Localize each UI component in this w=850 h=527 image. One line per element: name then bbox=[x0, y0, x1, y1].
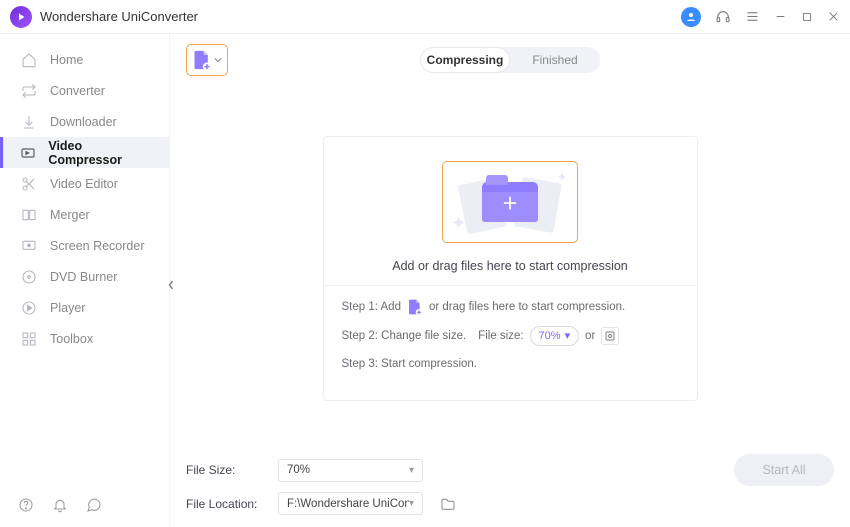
sparkle-icon: ✦ bbox=[451, 213, 466, 234]
document-add-icon bbox=[407, 298, 423, 316]
dropzone-add-button[interactable]: ✦ ✦ ＋ bbox=[442, 161, 578, 243]
open-folder-button[interactable] bbox=[437, 494, 459, 514]
sparkle-icon: ✦ bbox=[557, 170, 567, 184]
support-headset-icon[interactable] bbox=[715, 9, 731, 25]
sidebar-item-label: Video Compressor bbox=[48, 139, 149, 167]
step-text: or drag files here to start compression. bbox=[429, 299, 625, 315]
compressor-icon bbox=[20, 145, 36, 161]
sidebar-item-home[interactable]: Home bbox=[0, 44, 169, 75]
settings-tile-button[interactable] bbox=[601, 327, 619, 345]
tab-finished[interactable]: Finished bbox=[510, 47, 600, 73]
dropzone-card: ✦ ✦ ＋ Add or drag files here to start co… bbox=[323, 136, 698, 401]
play-icon bbox=[20, 300, 38, 316]
chevron-down-icon bbox=[214, 56, 222, 64]
chevron-down-icon: ▾ bbox=[409, 498, 414, 509]
sidebar-item-merger[interactable]: Merger bbox=[0, 199, 169, 230]
scissors-icon bbox=[20, 176, 38, 192]
file-location-select[interactable]: F:\Wondershare UniConverte ▾ bbox=[278, 492, 423, 515]
plus-icon: ＋ bbox=[502, 190, 518, 214]
sidebar-item-label: Downloader bbox=[50, 115, 117, 129]
feedback-icon[interactable] bbox=[86, 497, 102, 513]
merger-icon bbox=[20, 207, 38, 223]
app-logo bbox=[10, 6, 32, 28]
sidebar-item-downloader[interactable]: Downloader bbox=[0, 106, 169, 137]
step-text: Step 3: Start compression. bbox=[342, 356, 478, 372]
main-panel: Compressing Finished ✦ ✦ ＋ Add o bbox=[170, 34, 850, 527]
dropzone-caption: Add or drag files here to start compress… bbox=[392, 259, 628, 273]
chevron-down-icon: ▾ bbox=[409, 465, 414, 476]
step-size-pill[interactable]: 70% ▾ bbox=[530, 326, 580, 346]
pill-value: 70% bbox=[539, 328, 561, 344]
window-maximize-icon[interactable] bbox=[801, 11, 813, 23]
step-1: Step 1: Add or drag files here to start … bbox=[342, 298, 679, 316]
sidebar-item-label: Home bbox=[50, 53, 83, 67]
step-2: Step 2: Change file size. File size: 70%… bbox=[342, 326, 679, 346]
sidebar-item-label: Merger bbox=[50, 208, 90, 222]
add-file-button[interactable] bbox=[186, 44, 228, 76]
sidebar-item-label: DVD Burner bbox=[50, 270, 117, 284]
screen-recorder-icon bbox=[20, 238, 38, 254]
status-tabs: Compressing Finished bbox=[420, 47, 600, 73]
step-3: Step 3: Start compression. bbox=[342, 356, 679, 372]
disc-icon bbox=[20, 269, 38, 285]
app-title: Wondershare UniConverter bbox=[40, 9, 681, 24]
help-icon[interactable] bbox=[18, 497, 34, 513]
step-text: or bbox=[585, 328, 595, 344]
account-avatar-icon[interactable] bbox=[681, 7, 701, 27]
sidebar-item-label: Converter bbox=[50, 84, 105, 98]
start-all-button[interactable]: Start All bbox=[734, 454, 834, 486]
window-minimize-icon[interactable] bbox=[774, 10, 787, 23]
converter-icon bbox=[20, 83, 38, 99]
step-text: Step 2: Change file size. bbox=[342, 328, 467, 344]
chevron-down-icon: ▾ bbox=[565, 328, 571, 344]
hamburger-menu-icon[interactable] bbox=[745, 9, 760, 24]
select-value: 70% bbox=[287, 464, 310, 476]
document-add-icon bbox=[192, 49, 212, 71]
file-size-label: File Size: bbox=[186, 463, 264, 477]
tab-compressing[interactable]: Compressing bbox=[420, 47, 510, 73]
grid-icon bbox=[20, 331, 38, 347]
select-value: F:\Wondershare UniConverte bbox=[287, 498, 409, 510]
sidebar-item-video-editor[interactable]: Video Editor bbox=[0, 168, 169, 199]
sidebar-item-label: Player bbox=[50, 301, 85, 315]
sidebar-item-label: Screen Recorder bbox=[50, 239, 145, 253]
file-size-select[interactable]: 70% ▾ bbox=[278, 459, 423, 482]
title-bar: Wondershare UniConverter bbox=[0, 0, 850, 34]
sidebar-item-screen-recorder[interactable]: Screen Recorder bbox=[0, 230, 169, 261]
sidebar-item-toolbox[interactable]: Toolbox bbox=[0, 323, 169, 354]
sidebar-item-label: Toolbox bbox=[50, 332, 93, 346]
steps-panel: Step 1: Add or drag files here to start … bbox=[324, 285, 697, 372]
sidebar-item-converter[interactable]: Converter bbox=[0, 75, 169, 106]
sidebar-item-label: Video Editor bbox=[50, 177, 118, 191]
file-location-label: File Location: bbox=[186, 497, 264, 511]
step-text: Step 1: Add bbox=[342, 299, 401, 315]
download-icon bbox=[20, 114, 38, 130]
sidebar: Home Converter Downloader Video Compress… bbox=[0, 34, 170, 527]
sidebar-item-player[interactable]: Player bbox=[0, 292, 169, 323]
home-icon bbox=[20, 52, 38, 68]
folder-icon: ＋ bbox=[482, 182, 538, 222]
sidebar-item-video-compressor[interactable]: Video Compressor bbox=[0, 137, 169, 168]
window-close-icon[interactable] bbox=[827, 10, 840, 23]
step-text: File size: bbox=[478, 328, 523, 344]
bell-icon[interactable] bbox=[52, 497, 68, 513]
sidebar-item-dvd-burner[interactable]: DVD Burner bbox=[0, 261, 169, 292]
